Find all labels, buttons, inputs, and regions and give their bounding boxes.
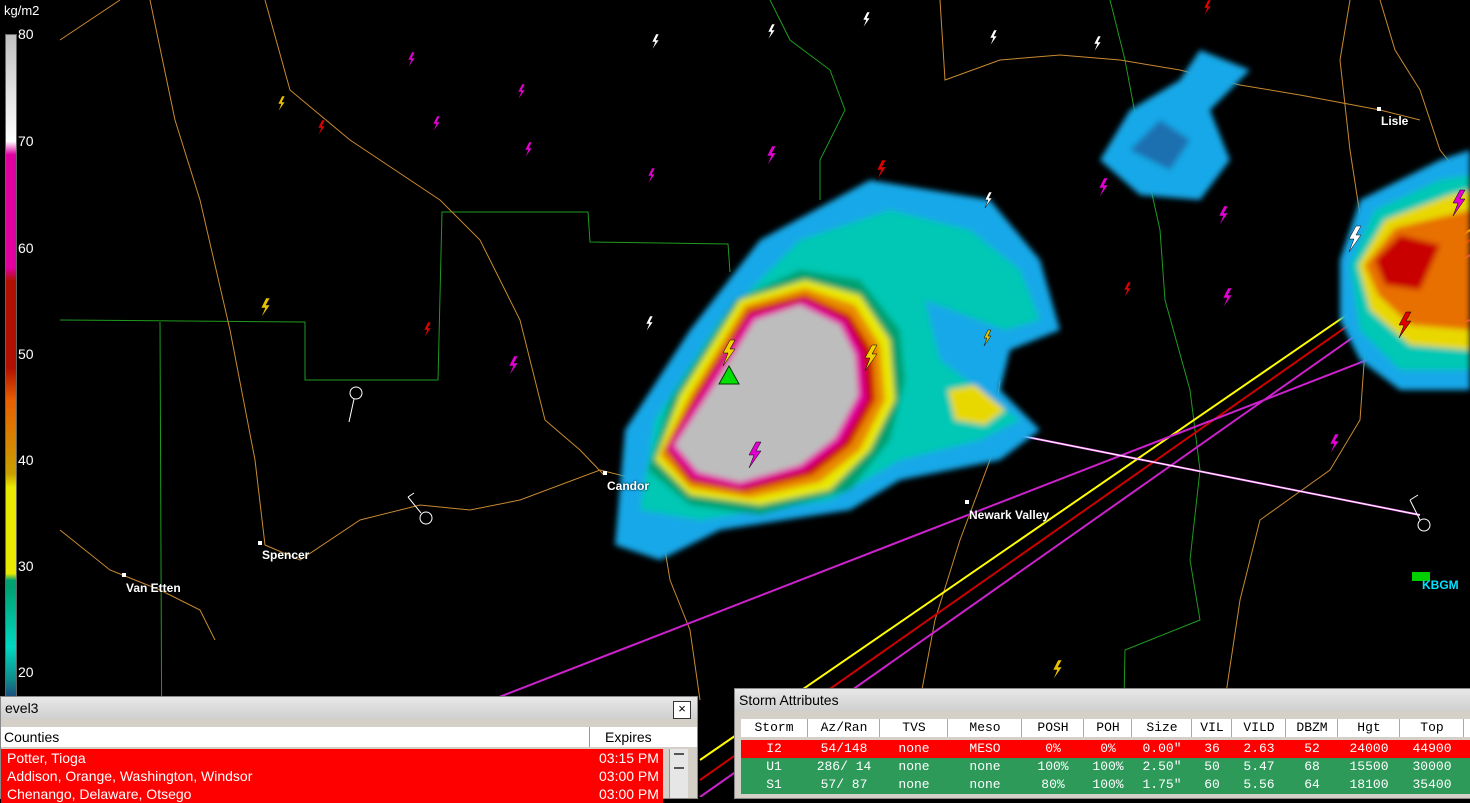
column-header-expires[interactable]: Expires [605, 727, 652, 747]
city-label-spencer: Spencer [262, 548, 310, 562]
warning-counties: Addison, Orange, Washington, Windsor [7, 768, 253, 784]
cell-posh: 80% [1041, 777, 1065, 792]
cell-az-ran: 57/ 87 [820, 777, 868, 792]
scale-tick: 50 [18, 346, 34, 362]
scale-tick: 60 [18, 240, 34, 256]
radar-site-label: KBGM [1422, 578, 1459, 592]
cell-meso: none [969, 777, 1001, 792]
radar-map[interactable] [0, 0, 1470, 797]
scale-tick: 30 [18, 558, 34, 574]
cell-storm: U1 [766, 759, 782, 774]
cell-top: 30000 [1412, 759, 1452, 774]
scale-unit: kg/m2 [4, 3, 40, 18]
table-row[interactable]: Potter, Tioga 03:15 PM [1, 749, 663, 767]
main-storm-echo [615, 180, 1060, 560]
scale-tick: 20 [18, 664, 34, 680]
city-dot [965, 500, 969, 504]
column-header-vil[interactable]: VIL [1193, 719, 1232, 737]
cell-vil: 50 [1204, 759, 1220, 774]
scrollbar-thumb-icon [674, 753, 684, 769]
city-dot [258, 541, 262, 545]
storm-panel-title: Storm Attributes [735, 689, 1470, 711]
cell-storm: I2 [766, 741, 782, 756]
cell-storm: S1 [766, 777, 782, 792]
cell-dbzm: 52 [1304, 741, 1320, 756]
table-row[interactable]: I2 54/148 none MESO 0% 0% 0.00" 36 2.63 52 24000 44… [741, 740, 1470, 758]
warning-counties: Potter, Tioga [7, 750, 86, 766]
table-row[interactable]: S1 57/ 87 none none 80% 100% 1.75" 60 5.56 64 1810… [741, 776, 1470, 794]
column-header-top[interactable]: Top [1401, 719, 1464, 737]
cell-hgt: 18100 [1349, 777, 1389, 792]
column-header-vild[interactable]: VILD [1233, 719, 1286, 737]
column-header-az-ran[interactable]: Az/Ran [809, 719, 880, 737]
cell-dbzm: 64 [1304, 777, 1320, 792]
cell-vil: 60 [1204, 777, 1220, 792]
cell-tvs: none [898, 741, 930, 756]
scale-tick: 80 [18, 26, 34, 42]
cell-meso: MESO [969, 741, 1001, 756]
warning-expires: 03:00 PM [599, 786, 659, 802]
city-label-candor: Candor [607, 479, 649, 493]
city-label-lisle: Lisle [1381, 114, 1409, 128]
scale-tick: 70 [18, 133, 34, 149]
scale-tick: 40 [18, 452, 34, 468]
cell-size: 2.50" [1142, 759, 1182, 774]
warnings-panel-title: evel3 [1, 697, 697, 719]
cell-vil: 36 [1204, 741, 1220, 756]
cell-posh: 0% [1045, 741, 1061, 756]
cell-hgt: 15500 [1349, 759, 1389, 774]
column-header-meso[interactable]: Meso [949, 719, 1022, 737]
storm-table-header: Storm Az/Ran TVS Meso POSH POH Size VIL VILD DBZM… [741, 719, 1470, 737]
cell-tvs: none [898, 777, 930, 792]
city-label-van-etten: Van Etten [126, 581, 181, 595]
scrollbar[interactable] [669, 749, 688, 798]
cell-vild: 5.47 [1243, 759, 1275, 774]
column-header-size[interactable]: Size [1133, 719, 1192, 737]
table-row[interactable]: Chenango, Delaware, Otsego 03:00 PM [1, 785, 663, 803]
warnings-table-header: Counties Expires [1, 727, 697, 747]
cell-top: 35400 [1412, 777, 1452, 792]
cell-az-ran: 54/148 [820, 741, 868, 756]
cell-vild: 2.63 [1243, 741, 1275, 756]
storm-attributes-panel: Storm Attributes Storm Az/Ran TVS Meso POSH P… [734, 688, 1470, 799]
cell-meso: none [969, 759, 1001, 774]
column-header-tvs[interactable]: TVS [881, 719, 948, 737]
column-header-storm[interactable]: Storm [741, 719, 808, 737]
warning-counties: Chenango, Delaware, Otsego [7, 786, 192, 802]
cell-top: 44900 [1412, 741, 1452, 756]
column-header-posh[interactable]: POSH [1023, 719, 1084, 737]
northeast-echo [1100, 50, 1250, 200]
city-dot [1377, 107, 1381, 111]
table-row[interactable]: Addison, Orange, Washington, Windsor 03:… [1, 767, 663, 785]
cell-posh: 100% [1037, 759, 1069, 774]
cell-vild: 5.56 [1243, 777, 1275, 792]
warning-expires: 03:00 PM [599, 768, 659, 784]
cell-poh: 0% [1100, 741, 1116, 756]
east-storm-echo [1340, 150, 1470, 390]
column-header-counties[interactable]: Counties [4, 727, 59, 747]
column-header-dbzm[interactable]: DBZM [1287, 719, 1338, 737]
cell-poh: 100% [1092, 777, 1124, 792]
warnings-panel: evel3 × Counties Expires Potter, Tioga 0… [0, 696, 698, 803]
cell-hgt: 24000 [1349, 741, 1389, 756]
cell-dbzm: 68 [1304, 759, 1320, 774]
city-dot [122, 573, 126, 577]
cell-tvs: none [898, 759, 930, 774]
city-dot [603, 471, 607, 475]
cell-size: 0.00" [1142, 741, 1182, 756]
cell-size: 1.75" [1142, 777, 1182, 792]
cell-poh: 100% [1092, 759, 1124, 774]
column-header-hgt[interactable]: Hgt [1339, 719, 1400, 737]
warning-expires: 03:15 PM [599, 750, 659, 766]
city-label-newark-valley: Newark Valley [969, 508, 1050, 522]
table-row[interactable]: U1 286/ 14 none none 100% 100% 2.50" 50 5.47 68 15… [741, 758, 1470, 776]
scale-bar [5, 34, 17, 701]
cell-az-ran: 286/ 14 [816, 759, 872, 774]
color-scale: kg/m2 80 70 60 50 40 30 20 [0, 0, 56, 797]
close-button[interactable]: × [673, 701, 691, 719]
column-header-poh[interactable]: POH [1085, 719, 1132, 737]
